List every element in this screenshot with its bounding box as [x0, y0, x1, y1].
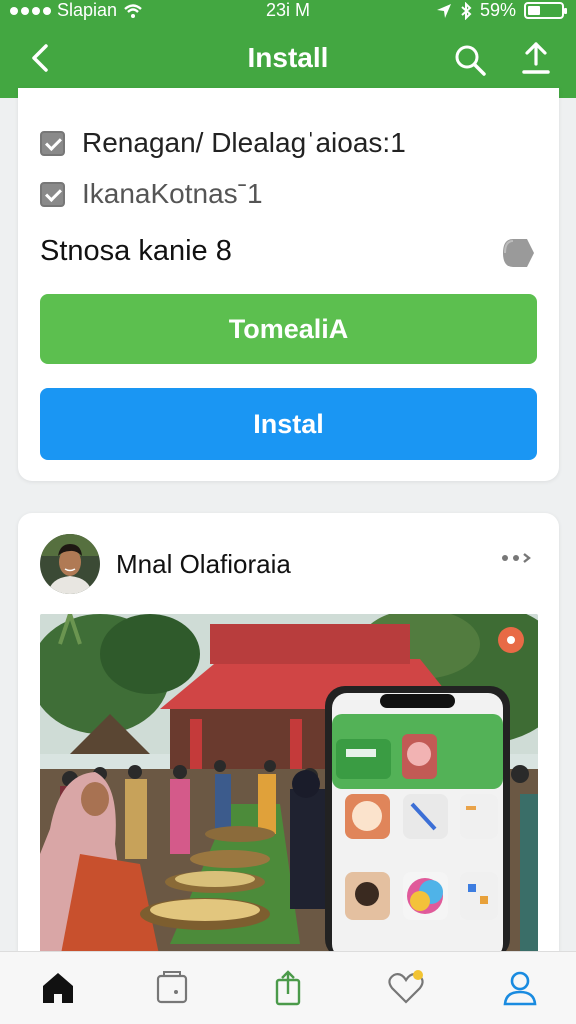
bottom-navigation [0, 951, 576, 1024]
option-label: IkanaKotnasˉ1 [82, 178, 263, 209]
upload-icon[interactable] [518, 40, 554, 78]
post-image [40, 614, 538, 959]
app-header: Slapian 23i M 59% Install [0, 0, 576, 98]
profile-icon[interactable] [500, 968, 540, 1008]
heart-icon[interactable] [386, 968, 426, 1008]
home-icon[interactable] [38, 968, 78, 1008]
setting-row: Stnosa kanie 8 [40, 235, 537, 271]
bluetooth-icon [461, 1, 472, 20]
checkbox-checked[interactable] [40, 130, 65, 156]
primary-button[interactable]: TomealiA [40, 294, 537, 364]
install-options-card: Renagan/ Dlealagˈaioas:1 IkanaKotnasˉ1 S… [18, 88, 559, 481]
option-row[interactable]: Renagan/ Dlealagˈaioas:1 [40, 127, 406, 159]
search-icon[interactable] [452, 42, 488, 78]
install-button[interactable]: Instal [40, 388, 537, 460]
battery-percent: 59% [479, 0, 516, 20]
setting-label: Stnosa kanie 8 [40, 235, 232, 267]
page-title: Install [247, 42, 329, 73]
location-icon [436, 3, 451, 18]
status-right: 59% [436, 0, 567, 21]
option-label: Renagan/ Dlealagˈaioas:1 [82, 127, 406, 158]
more-options-icon[interactable] [499, 551, 535, 565]
post-author[interactable]: Mnal Olafioraia [116, 549, 291, 580]
checkbox-checked[interactable] [40, 181, 65, 207]
share-icon[interactable] [268, 968, 308, 1008]
option-row[interactable]: IkanaKotnasˉ1 [40, 178, 263, 210]
avatar[interactable] [40, 534, 100, 594]
toggle-icon[interactable] [501, 237, 535, 269]
book-icon[interactable] [152, 968, 192, 1008]
battery-icon [524, 2, 567, 19]
status-bar: Slapian 23i M 59% [0, 0, 576, 22]
app-bar: Install [0, 30, 576, 90]
post-card: Mnal Olafioraia [18, 513, 559, 973]
